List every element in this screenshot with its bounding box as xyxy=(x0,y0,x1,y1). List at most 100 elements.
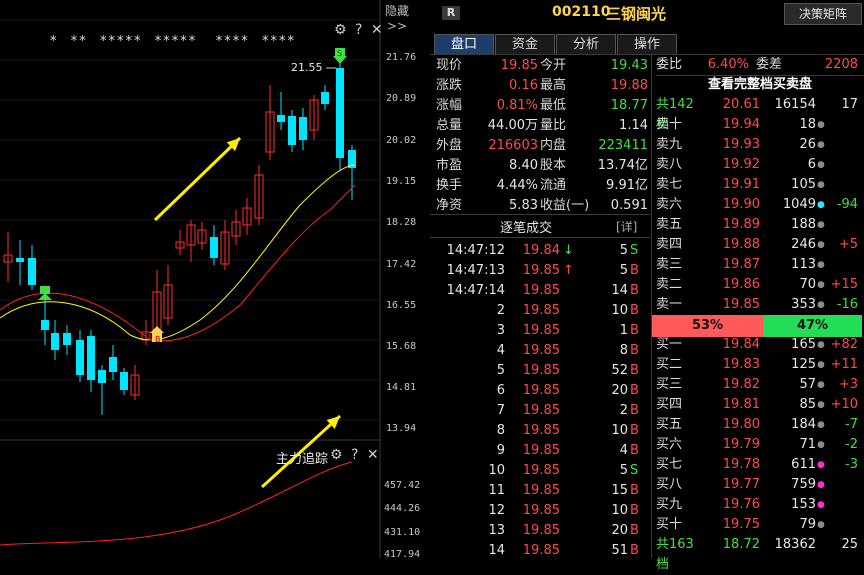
tab-2[interactable]: 分析 xyxy=(556,34,616,55)
buy-row-volume: 79 xyxy=(799,517,816,532)
decision-matrix-button[interactable]: 决策矩阵 xyxy=(784,3,862,25)
tick-time: 11 xyxy=(488,483,505,498)
tick-side: B xyxy=(630,423,639,438)
sell-row-label: 卖七 xyxy=(656,177,683,192)
tab-3[interactable]: 操作 xyxy=(617,34,677,55)
buy-row-volume: 165 xyxy=(791,337,816,352)
sell-row-price: 19.90 xyxy=(722,197,760,212)
candle-body-down xyxy=(299,117,307,140)
main-toolbar: ⚙ ? ✕ xyxy=(334,22,383,38)
buy-row-price: 19.82 xyxy=(722,377,760,392)
buy-row-price: 19.75 xyxy=(722,517,760,532)
sell-row-price: 19.91 xyxy=(722,177,760,192)
close-icon[interactable]: ✕ xyxy=(367,447,379,463)
indicator-toolbar: ⚙ ? ✕ xyxy=(330,447,379,463)
tick-volume: 5 xyxy=(619,463,628,478)
tick-time: 14 xyxy=(488,543,505,558)
sell-row-volume: 26 xyxy=(799,137,816,152)
buy-row-label: 买八 xyxy=(656,477,683,492)
tick-volume: 2 xyxy=(619,403,628,418)
buy-marker-icon xyxy=(150,326,164,333)
sell-row-volume: 6 xyxy=(807,157,816,172)
candle-body-down xyxy=(336,68,344,158)
tick-volume: 1 xyxy=(619,323,628,338)
full-depth-link[interactable]: 查看完整档买卖盘 xyxy=(656,75,864,95)
tick-time: 10 xyxy=(488,463,505,478)
sell-row-volume: 1049 xyxy=(782,197,816,212)
buy-row-price: 19.81 xyxy=(722,397,760,412)
buy-row-label: 买七 xyxy=(656,457,683,472)
ticks-title: 逐笔成交 xyxy=(500,221,553,236)
gear-icon[interactable]: ⚙ xyxy=(334,22,347,38)
ticks-detail-link[interactable]: [详] xyxy=(616,218,637,235)
dot-icon: ● xyxy=(817,140,825,150)
weibi-label: 委比 xyxy=(656,57,683,72)
tick-price: 19.85 xyxy=(522,543,560,558)
tick-time: 3 xyxy=(496,323,505,338)
indicator-tick-label: 457.42 xyxy=(384,480,421,491)
candle-body-down xyxy=(109,357,117,372)
tick-price: 19.85 xyxy=(522,483,560,498)
help-icon[interactable]: ? xyxy=(355,22,362,38)
tick-side: B xyxy=(630,323,639,338)
peak-sell-marker-label: S xyxy=(337,49,342,58)
buy-row-volume: 611 xyxy=(791,457,816,472)
tick-price: 19.85 xyxy=(522,463,560,478)
quote-value: 4.44% xyxy=(496,178,538,193)
help-icon[interactable]: ? xyxy=(351,447,358,463)
double-chevron-right-icon: >> xyxy=(387,19,408,33)
tick-side: B xyxy=(630,503,639,518)
sell-row-label: 卖九 xyxy=(656,137,683,152)
sell-row-change: +5 xyxy=(838,237,858,252)
tick-side: B xyxy=(630,523,639,538)
buy-row-volume: 759 xyxy=(791,477,816,492)
price-tick-label: 20.89 xyxy=(386,93,417,104)
candle-body-down xyxy=(16,258,24,262)
gear-icon[interactable]: ⚙ xyxy=(330,447,343,463)
tick-time: 6 xyxy=(496,383,505,398)
ratio-right: 47% xyxy=(763,315,862,337)
tick-side: S xyxy=(630,243,639,258)
tab-1[interactable]: 资金 xyxy=(495,34,555,55)
dot-icon: ● xyxy=(817,500,825,510)
kline-chart-panel[interactable]: BS * ** ***** ***** **** **** 21.55 ⚙ ? … xyxy=(0,0,430,560)
buy-row-change: +11 xyxy=(830,357,858,372)
kline-svg[interactable]: BS xyxy=(0,0,430,558)
dot-icon: ● xyxy=(817,180,825,190)
buy-row-change: -3 xyxy=(845,457,858,472)
quote-value: 19.88 xyxy=(610,78,648,93)
buy-row-change: -2 xyxy=(845,437,858,452)
price-tick-label: 17.42 xyxy=(386,259,417,270)
buy-sell-ratio-bar: 53% 47% xyxy=(652,315,862,337)
tick-time: 2 xyxy=(496,303,505,318)
sell-row-volume: 105 xyxy=(791,177,816,192)
tick-price: 19.85 xyxy=(522,263,560,278)
quote-value: 0.81% xyxy=(496,98,538,113)
tick-price: 19.85 xyxy=(522,503,560,518)
close-icon[interactable]: ✕ xyxy=(371,22,383,38)
quote-value: 9.91亿 xyxy=(606,178,648,193)
tick-side: S xyxy=(630,463,639,478)
quote-value: 0.16 xyxy=(509,78,538,93)
buy-row-label: 买九 xyxy=(656,497,683,512)
indicator-label: 主力追踪 xyxy=(276,452,329,467)
ma5-line xyxy=(0,164,356,341)
dot-icon: ● xyxy=(817,480,825,490)
tick-price: 19.85 xyxy=(522,523,560,538)
tick-volume: 51 xyxy=(611,543,628,558)
hide-label: 隐藏 xyxy=(385,4,410,18)
buy-row-price: 19.77 xyxy=(722,477,760,492)
buy-row-price: 19.78 xyxy=(722,457,760,472)
ma10-line xyxy=(0,184,356,342)
sell-row-volume: 70 xyxy=(799,277,816,292)
quote-value: 223411 xyxy=(598,138,648,153)
tick-side: B xyxy=(630,263,639,278)
tab-0[interactable]: 盘口 xyxy=(434,34,494,55)
buy-row-volume: 153 xyxy=(791,497,816,512)
tick-volume: 20 xyxy=(611,523,628,538)
buy-row-label: 买三 xyxy=(656,377,683,392)
tick-side: B xyxy=(630,543,639,558)
tick-side: B xyxy=(630,363,639,378)
sell-row-price: 19.93 xyxy=(722,137,760,152)
hide-button[interactable]: 隐藏>> xyxy=(385,2,430,33)
